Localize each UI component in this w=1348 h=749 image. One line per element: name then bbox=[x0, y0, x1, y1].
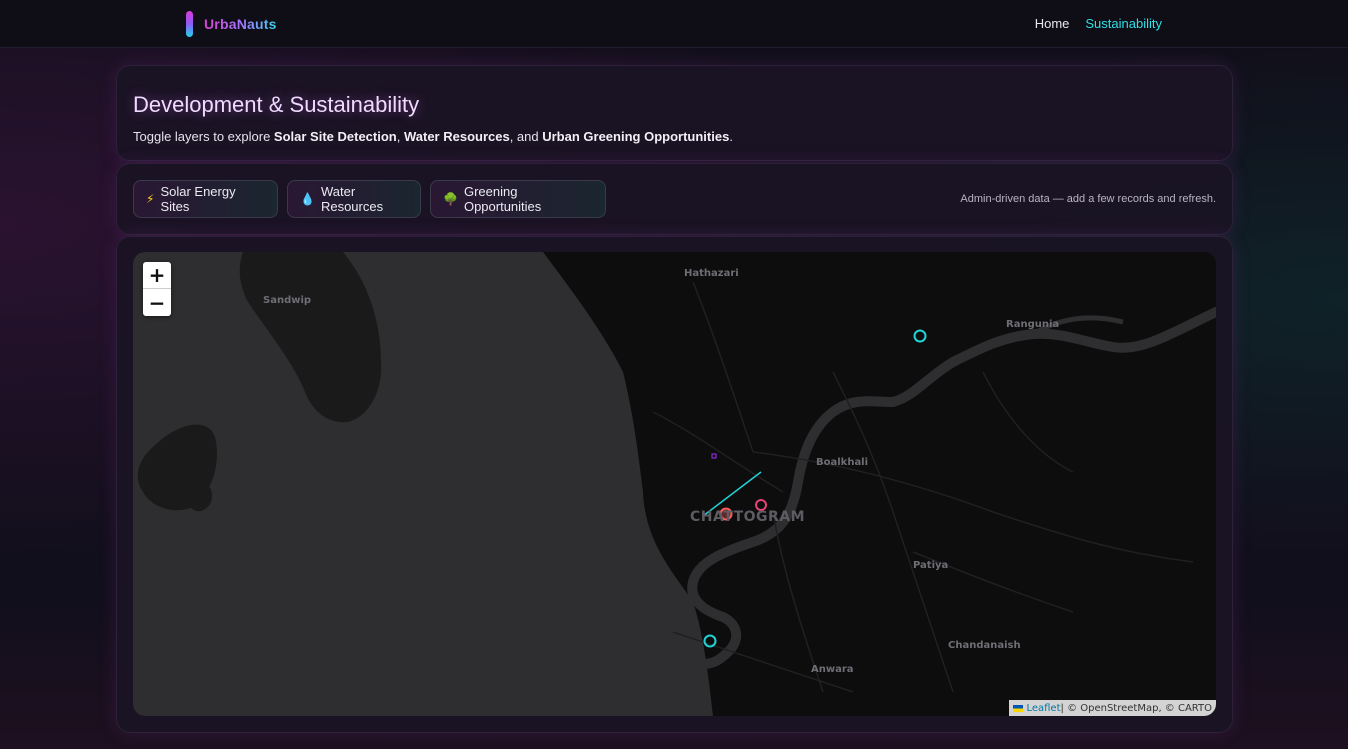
lightning-icon: ⚡ bbox=[146, 192, 155, 206]
water-drop-icon: 💧 bbox=[300, 192, 315, 206]
place-label: Patiya bbox=[913, 560, 949, 571]
layer-controls: ⚡ Solar Energy Sites 💧 Water Resources 🌳… bbox=[116, 163, 1233, 235]
subtitle-text: , bbox=[396, 129, 404, 144]
subtitle-text: . bbox=[729, 129, 733, 144]
greening-layer-toggle[interactable]: 🌳 Greening Opportunities bbox=[430, 180, 606, 218]
nav-link-sustainability[interactable]: Sustainability bbox=[1085, 16, 1162, 31]
place-label: Hathazari bbox=[684, 268, 739, 279]
subtitle-water: Water Resources bbox=[403, 129, 510, 144]
leaflet-link[interactable]: Leaflet bbox=[1026, 703, 1060, 714]
brand-logo[interactable]: UrbaNauts bbox=[186, 11, 277, 37]
city-label: CHATTOGRAM bbox=[690, 509, 806, 525]
attribution-text: | © OpenStreetMap, © CARTO bbox=[1060, 702, 1212, 714]
solar-layer-toggle[interactable]: ⚡ Solar Energy Sites bbox=[133, 180, 278, 218]
map-canvas[interactable]: Hathazari Sandwip Rangunia Boalkhali CHA… bbox=[133, 252, 1216, 716]
map-panel: Hathazari Sandwip Rangunia Boalkhali CHA… bbox=[116, 236, 1233, 733]
place-label: Rangunia bbox=[1006, 319, 1060, 330]
nav-links: Home Sustainability bbox=[1035, 16, 1162, 31]
page-title: Development & Sustainability bbox=[133, 92, 420, 117]
nav-link-home[interactable]: Home bbox=[1035, 16, 1070, 31]
subtitle-text: Toggle layers to explore bbox=[133, 129, 274, 144]
place-label: Sandwip bbox=[263, 295, 312, 306]
karnaphuli-river bbox=[687, 307, 1216, 669]
subtitle-solar: Solar Site Detection bbox=[273, 129, 397, 144]
bay-water bbox=[133, 252, 713, 716]
tree-icon: 🌳 bbox=[443, 192, 458, 206]
place-label: Boalkhali bbox=[816, 457, 869, 468]
subtitle-text: , and bbox=[509, 129, 543, 144]
zoom-control: + − bbox=[143, 262, 171, 316]
zoom-in-button[interactable]: + bbox=[143, 262, 171, 289]
purple-marker bbox=[711, 453, 717, 459]
brand-name: UrbaNauts bbox=[204, 16, 277, 32]
greening-layer-label: Greening Opportunities bbox=[463, 184, 542, 214]
ukraine-flag-icon bbox=[1013, 704, 1024, 712]
brand-bar-icon bbox=[186, 11, 193, 37]
page-subtitle: Toggle layers to explore Solar Site Dete… bbox=[133, 129, 733, 144]
map-attribution: Leaflet | © OpenStreetMap, © CARTO bbox=[1009, 700, 1216, 716]
subtitle-greening: Urban Greening Opportunities bbox=[542, 129, 730, 144]
water-layer-toggle[interactable]: 💧 Water Resources bbox=[287, 180, 421, 218]
water-layer-label: Water Resources bbox=[320, 184, 384, 214]
water-marker-north bbox=[913, 329, 927, 343]
zoom-out-button[interactable]: − bbox=[143, 289, 171, 316]
solar-layer-label: Solar Energy Sites bbox=[160, 184, 236, 214]
hero-panel: Development & Sustainability Toggle laye… bbox=[116, 65, 1233, 161]
admin-note: Admin-driven data — add a few records an… bbox=[960, 193, 1216, 205]
place-label: Chandanaish bbox=[948, 640, 1021, 651]
top-nav: UrbaNauts Home Sustainability bbox=[0, 0, 1348, 48]
place-label: Anwara bbox=[811, 664, 854, 675]
